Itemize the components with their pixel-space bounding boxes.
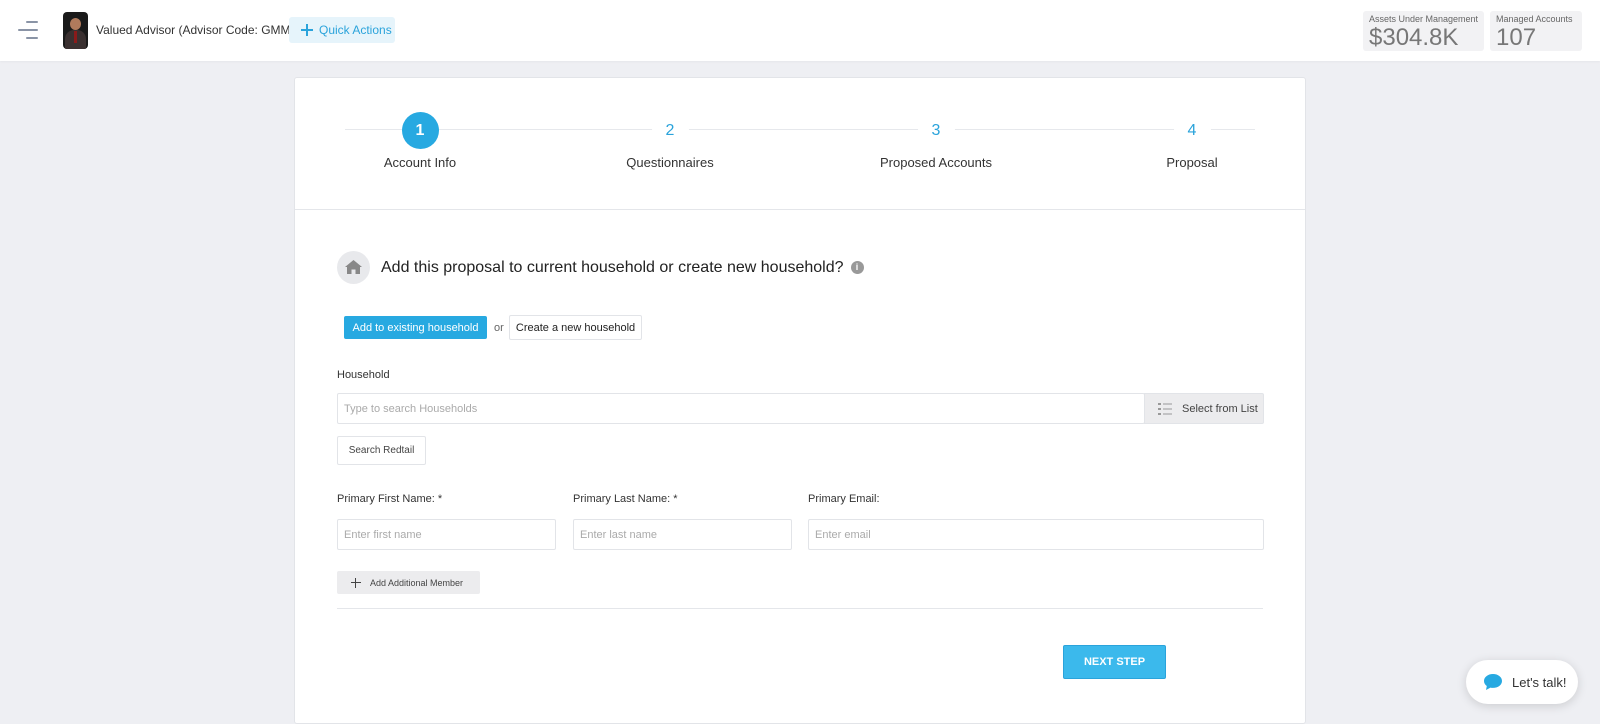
add-additional-member-label: Add Additional Member — [370, 577, 464, 588]
email-label: Primary Email: — [808, 493, 880, 505]
chat-label: Let's talk! — [1512, 674, 1567, 690]
household-question-text: Add this proposal to current household o… — [381, 258, 844, 276]
step-questionnaires[interactable]: 2 Questionnaires — [580, 112, 760, 170]
divider — [337, 608, 1263, 609]
chat-widget[interactable]: Let's talk! — [1466, 660, 1578, 704]
stepper: 1 Account Info 2 Questionnaires 3 Propos… — [295, 78, 1305, 210]
advisor-name[interactable]: Valued Advisor (Advisor Code: GMM) — [96, 23, 295, 37]
household-label: Household — [337, 369, 390, 381]
managed-accounts-stat: Managed Accounts 107 — [1490, 11, 1582, 51]
top-bar: Valued Advisor (Advisor Code: GMM) Quick… — [0, 0, 1600, 61]
step-number: 1 — [401, 112, 439, 149]
step-proposed-accounts[interactable]: 3 Proposed Accounts — [846, 112, 1026, 170]
or-text: or — [494, 322, 504, 334]
house-icon — [337, 251, 370, 284]
proposal-card: 1 Account Info 2 Questionnaires 3 Propos… — [294, 77, 1306, 724]
step-number: 2 — [651, 112, 689, 149]
add-to-existing-household-button[interactable]: Add to existing household — [344, 316, 487, 339]
plus-icon — [351, 577, 361, 588]
stat-value: $304.8K — [1369, 24, 1459, 51]
menu-icon[interactable] — [18, 21, 38, 39]
stat-value: 107 — [1496, 24, 1537, 51]
step-number: 3 — [917, 112, 955, 149]
step-number: 4 — [1173, 112, 1211, 149]
email-input[interactable] — [808, 519, 1264, 550]
step-label: Account Info — [383, 155, 457, 170]
plus-icon — [301, 24, 313, 36]
search-redtail-button[interactable]: Search Redtail — [337, 436, 426, 465]
list-icon — [1158, 402, 1172, 415]
avatar[interactable] — [63, 12, 88, 49]
step-label: Proposal — [1166, 155, 1218, 170]
step-proposal[interactable]: 4 Proposal — [1102, 112, 1282, 170]
add-additional-member-button[interactable]: Add Additional Member — [337, 571, 480, 594]
select-from-list-label: Select from List — [1182, 402, 1258, 415]
chat-bubble-icon — [1484, 674, 1502, 690]
next-step-button[interactable]: NEXT STEP — [1063, 645, 1166, 679]
step-label: Questionnaires — [626, 155, 714, 170]
quick-actions-button[interactable]: Quick Actions — [289, 17, 395, 43]
step-label: Proposed Accounts — [879, 155, 993, 170]
first-name-label: Primary First Name: * — [337, 493, 443, 505]
first-name-input[interactable] — [337, 519, 556, 550]
last-name-input[interactable] — [573, 519, 792, 550]
select-from-list-button[interactable]: Select from List — [1144, 393, 1264, 424]
create-new-household-button[interactable]: Create a new household — [509, 315, 642, 340]
step-account-info[interactable]: 1 Account Info — [330, 112, 510, 170]
quick-actions-label: Quick Actions — [319, 23, 392, 37]
household-search-input[interactable] — [337, 393, 1145, 424]
household-question: Add this proposal to current household o… — [337, 251, 864, 284]
info-icon[interactable]: i — [850, 261, 864, 274]
last-name-label: Primary Last Name: * — [573, 493, 678, 505]
assets-under-management-stat: Assets Under Management $304.8K — [1363, 11, 1484, 51]
